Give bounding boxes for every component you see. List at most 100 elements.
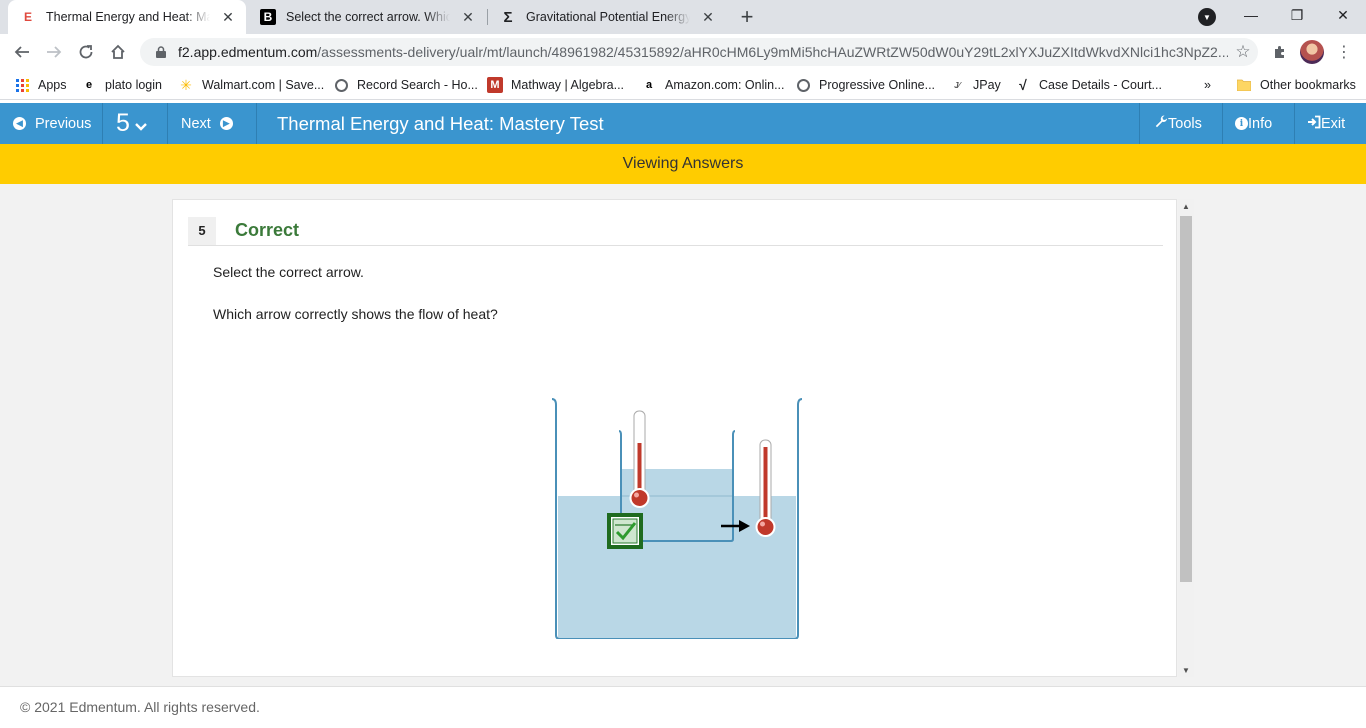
bookmark-label: JPay: [973, 78, 1001, 92]
close-icon[interactable]: ✕: [218, 7, 238, 27]
question-card: 5 Correct Select the correct arrow. Whic…: [172, 199, 1177, 677]
info-button[interactable]: i Info: [1222, 103, 1294, 144]
thermometer-inner-mercury: [637, 443, 642, 495]
answer-status: Correct: [235, 220, 300, 240]
bookmark-walmart[interactable]: ✳ Walmart.com | Save...: [178, 76, 324, 94]
next-circle-arrow-icon: ▶: [219, 117, 233, 130]
selected-correct-answer-marker[interactable]: [607, 513, 643, 549]
bookmark-label: Walmart.com | Save...: [202, 78, 325, 92]
profile-avatar[interactable]: [1300, 40, 1324, 64]
question-instruction: Select the correct arrow.: [213, 264, 364, 280]
bookmark-label: plato login: [105, 78, 162, 92]
scroll-up-arrow-icon[interactable]: ▲: [1178, 199, 1194, 213]
question-number-badge: 5: [188, 216, 216, 245]
test-title: Thermal Energy and Heat: Mastery Test: [277, 112, 604, 134]
apps-grid-icon: [14, 77, 30, 93]
bookmark-label: Other bookmarks: [1260, 78, 1356, 92]
mathway-icon: M: [487, 77, 503, 93]
back-button[interactable]: [8, 38, 36, 66]
edmentum-icon: e: [85, 79, 93, 91]
reload-icon: [79, 45, 93, 59]
walmart-spark-icon: ✳: [180, 76, 192, 93]
menu-kebab-icon[interactable]: ⋮: [1332, 40, 1356, 64]
previous-label: Previous: [35, 115, 92, 132]
globe-icon: [795, 77, 811, 93]
new-tab-button[interactable]: +: [734, 4, 760, 30]
forward-button[interactable]: [40, 38, 68, 66]
tab-thermal-energy[interactable]: E Thermal Energy and Heat: Mastery Test …: [8, 0, 246, 34]
bulb-highlight: [634, 492, 639, 498]
tab-select-arrow[interactable]: B Select the correct arrow. Which arrow …: [248, 0, 486, 34]
check-mark-icon: √: [1019, 77, 1027, 93]
address-bar[interactable]: f2.app.edmentum.com/assessments-delivery…: [140, 38, 1258, 66]
tools-label: Tools: [1168, 115, 1202, 132]
back-arrow-icon: [14, 46, 29, 58]
tab-title: Gravitational Potential Energy Calculato…: [526, 10, 690, 24]
bookmark-plato-login[interactable]: e plato login: [81, 76, 162, 94]
close-icon[interactable]: ✕: [458, 7, 478, 27]
extensions-puzzle-icon[interactable]: [1268, 40, 1292, 64]
more-bookmarks-icon: »: [1204, 78, 1211, 92]
close-icon[interactable]: ✕: [698, 7, 718, 27]
restore-button[interactable]: ❐: [1274, 0, 1320, 30]
bookmark-label: Record Search - Ho...: [357, 78, 478, 92]
copyright-text: © 2021 Edmentum. All rights reserved.: [20, 699, 260, 715]
tab-title: Thermal Energy and Heat: Mastery Test: [46, 10, 210, 24]
scrollbar-thumb[interactable]: [1180, 216, 1192, 582]
next-button[interactable]: Next ▶: [168, 103, 257, 144]
reload-button[interactable]: [72, 38, 100, 66]
bookmark-progressive[interactable]: Progressive Online...: [795, 76, 935, 94]
question-prompt: Which arrow correctly shows the flow of …: [213, 306, 498, 322]
bulb-highlight: [760, 521, 765, 527]
question-number: 5: [116, 109, 130, 137]
info-icon: i: [1235, 117, 1248, 130]
question-number-dropdown[interactable]: 5: [103, 103, 168, 144]
close-window-button[interactable]: ✕: [1320, 0, 1366, 30]
tab-title: Select the correct arrow. Which arrow co…: [286, 10, 450, 24]
bookmark-label: Progressive Online...: [819, 78, 936, 92]
scroll-down-arrow-icon[interactable]: ▼: [1178, 663, 1194, 677]
lock-icon: [154, 46, 168, 58]
tools-button[interactable]: Tools: [1139, 103, 1222, 144]
minimize-button[interactable]: —: [1228, 0, 1274, 30]
thermometer-inner-bulb: [629, 488, 650, 508]
previous-circle-arrow-icon: ◀: [13, 117, 26, 130]
folder-icon: [1236, 77, 1252, 93]
question-scrollbar[interactable]: ▲ ▼: [1178, 199, 1194, 677]
jpay-icon: J⁄: [954, 80, 960, 90]
exit-sign-out-icon: [1307, 115, 1321, 133]
thermometer-outer-mercury: [763, 447, 768, 524]
bookmark-other-bookmarks[interactable]: Other bookmarks: [1236, 76, 1356, 94]
thermometer-outer-bulb: [755, 517, 776, 537]
bookmark-jpay[interactable]: J⁄ JPay: [949, 76, 1001, 94]
bookmark-star-icon[interactable]: ☆: [1228, 42, 1258, 62]
tab-search-icon[interactable]: ▼: [1198, 8, 1216, 26]
bookmark-label: Mathway | Algebra...: [511, 78, 625, 92]
bookmark-record-search[interactable]: Record Search - Ho...: [333, 76, 478, 94]
question-header: 5 Correct: [188, 216, 1163, 246]
edmentum-favicon-icon: E: [23, 10, 32, 24]
tab-gravitational-calculator[interactable]: Σ Gravitational Potential Energy Calcula…: [488, 0, 726, 34]
exit-button[interactable]: Exit: [1294, 103, 1366, 144]
next-label: Next: [181, 115, 211, 132]
bookmark-case-details[interactable]: √ Case Details - Court...: [1015, 76, 1162, 94]
bookmark-label: Apps: [38, 78, 67, 92]
home-icon: [111, 44, 125, 59]
globe-icon: [333, 77, 349, 93]
browser-toolbar: f2.app.edmentum.com/assessments-delivery…: [0, 34, 1366, 70]
browser-tab-strip: E Thermal Energy and Heat: Mastery Test …: [0, 0, 1366, 34]
bookmark-apps[interactable]: Apps: [14, 76, 67, 94]
url-text: f2.app.edmentum.com/assessments-delivery…: [178, 44, 1228, 60]
home-button[interactable]: [104, 38, 132, 66]
heat-flow-diagram: [551, 398, 803, 639]
sigma-favicon-icon: Σ: [503, 8, 513, 26]
viewing-answers-banner: Viewing Answers: [0, 144, 1366, 184]
info-label: Info: [1248, 115, 1273, 132]
bookmark-mathway[interactable]: M Mathway | Algebra...: [487, 76, 624, 94]
wrench-icon: [1154, 114, 1168, 133]
bookmark-amazon[interactable]: a Amazon.com: Onlin...: [641, 76, 785, 94]
chevron-down-icon: [135, 122, 147, 131]
previous-button[interactable]: ◀ Previous: [0, 103, 103, 144]
question-stage: 5 Correct Select the correct arrow. Whic…: [0, 184, 1366, 686]
more-bookmarks-button[interactable]: »: [1204, 76, 1211, 94]
